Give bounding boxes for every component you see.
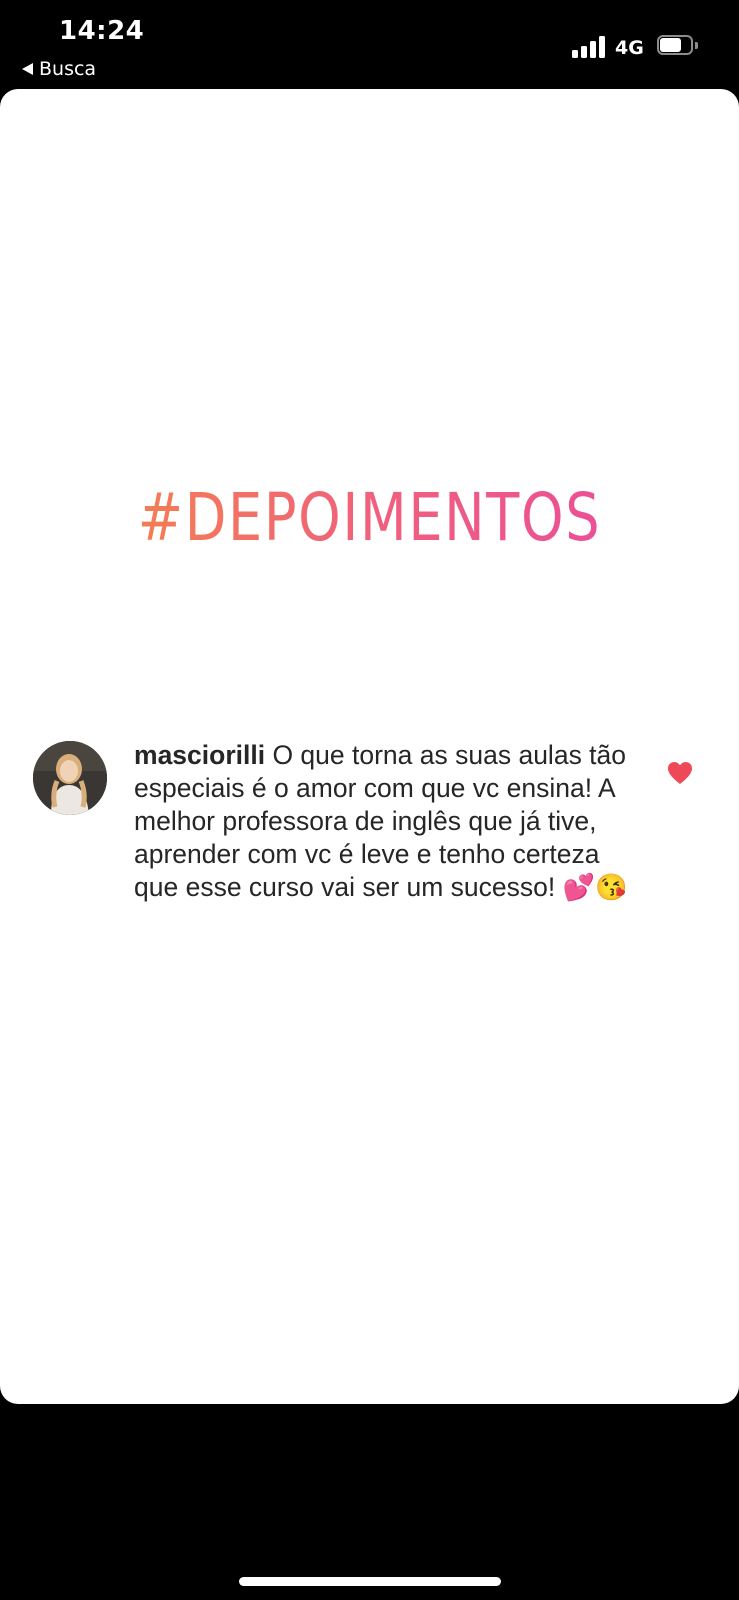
status-bar: 14:24 Busca 4G: [0, 0, 739, 88]
story-card[interactable]: #DEPOIMENTOS masciorilli O que torna as …: [0, 89, 739, 1404]
hashtag-title: #DEPOIMENTOS: [67, 479, 673, 556]
home-indicator[interactable]: [239, 1577, 501, 1586]
signal-icon: [572, 36, 606, 58]
comment-text: masciorilli O que torna as suas aulas tã…: [134, 739, 634, 904]
back-label: Busca: [39, 58, 97, 80]
back-arrow-icon: [22, 63, 33, 75]
status-time: 14:24: [59, 16, 145, 46]
heart-icon[interactable]: [667, 761, 693, 785]
avatar[interactable]: [33, 741, 107, 815]
back-to-search-button[interactable]: Busca: [22, 58, 96, 80]
comment-emojis: 💕😘: [562, 872, 628, 902]
battery-icon: [657, 35, 699, 57]
network-type: 4G: [615, 37, 644, 59]
comment-username[interactable]: masciorilli: [134, 740, 265, 770]
